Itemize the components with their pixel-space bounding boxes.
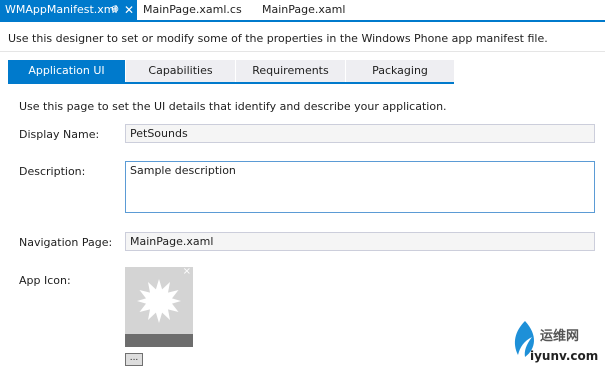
display-name-field[interactable]: PetSounds	[125, 124, 595, 143]
tab-requirements[interactable]: Requirements	[236, 60, 345, 82]
doc-tab-label: WMAppManifest.xml	[5, 3, 118, 16]
navigation-page-field[interactable]: MainPage.xaml	[125, 232, 595, 251]
app-icon-preview[interactable]: ×	[125, 267, 193, 347]
watermark-line2: iyunv.com	[530, 349, 599, 363]
app-icon-label: App Icon:	[19, 274, 71, 287]
tab-packaging[interactable]: Packaging	[346, 60, 454, 82]
document-tab-bar: WMAppManifest.xml ⊕ ✕ MainPage.xaml.cs M…	[0, 0, 605, 22]
manifest-tab-bar: Application UI Capabilities Requirements…	[8, 60, 454, 82]
display-name-label: Display Name:	[19, 128, 100, 141]
designer-description: Use this designer to set or modify some …	[8, 32, 548, 45]
icon-footer-bar	[125, 334, 193, 347]
watermark-line1: 运维网	[540, 329, 580, 344]
tab-application-ui[interactable]: Application UI	[8, 60, 125, 82]
description-field[interactable]: Sample description	[125, 161, 595, 213]
doc-tab-mainpage-xaml[interactable]: MainPage.xaml	[262, 0, 345, 20]
description-label: Description:	[19, 165, 86, 178]
watermark-logo: 运维网 iyunv.com	[510, 315, 602, 370]
tab-underline	[8, 82, 454, 84]
doc-tab-wmappmanifest[interactable]: WMAppManifest.xml ⊕ ✕	[0, 0, 137, 20]
divider	[0, 51, 605, 52]
sun-badge-icon	[137, 279, 181, 323]
page-intro: Use this page to set the UI details that…	[19, 100, 447, 113]
tab-capabilities[interactable]: Capabilities	[126, 60, 235, 82]
remove-icon[interactable]: ×	[183, 267, 191, 277]
close-icon[interactable]: ✕	[124, 0, 134, 20]
navigation-page-label: Navigation Page:	[19, 236, 113, 249]
pin-icon[interactable]: ⊕	[110, 0, 120, 20]
doc-tab-mainpage-xaml-cs[interactable]: MainPage.xaml.cs	[143, 0, 242, 20]
browse-icon-button[interactable]: ...	[125, 353, 143, 366]
